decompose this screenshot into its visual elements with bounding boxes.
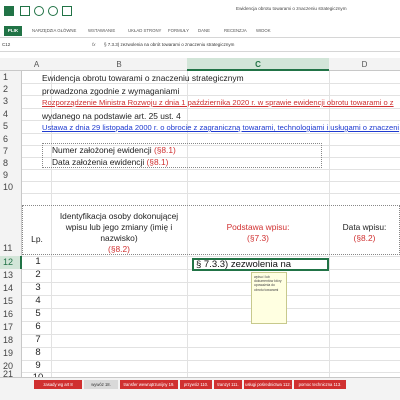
column-header-d[interactable]: D bbox=[329, 58, 400, 71]
name-box[interactable]: C12 bbox=[2, 41, 30, 49]
grid-line bbox=[22, 372, 400, 373]
tab-data[interactable]: DANE bbox=[198, 26, 210, 36]
lp-number[interactable]: 1 bbox=[28, 256, 48, 267]
sheet-tab[interactable]: wywóz 18. bbox=[84, 380, 118, 389]
grid-line bbox=[22, 108, 400, 109]
tab-home[interactable]: NARZĘDZIA GŁÓWNE bbox=[32, 26, 76, 36]
row-header-9[interactable]: 9 bbox=[0, 169, 22, 181]
undo-icon[interactable] bbox=[34, 6, 44, 16]
row-header-11[interactable]: 11 bbox=[0, 193, 22, 256]
lp-number[interactable]: 5 bbox=[28, 308, 48, 319]
window-title: Ewidencja obrotu towarami o znaczeniu st… bbox=[236, 6, 347, 11]
identification-header: Identyfikacja osoby dokonującej wpisu lu… bbox=[59, 211, 179, 254]
grid-line bbox=[22, 334, 400, 335]
column-headers: A B C D bbox=[0, 58, 400, 71]
title-line-1: Ewidencja obrotu towarami o znaczeniu st… bbox=[42, 73, 244, 83]
grid-line bbox=[22, 181, 400, 182]
row-header-17[interactable]: 17 bbox=[0, 321, 22, 334]
grid-line bbox=[22, 83, 400, 84]
tab-file[interactable]: PLIK bbox=[4, 26, 22, 36]
formula-bar: C12 fx § 7.3.3) zezwolenia na obrót towa… bbox=[0, 38, 400, 52]
grid-line bbox=[22, 133, 400, 134]
row-header-3[interactable]: 3 bbox=[0, 95, 22, 108]
fx-icon[interactable]: fx bbox=[92, 41, 96, 49]
title-line-2: prowadzona zgodnie z wymaganiami bbox=[42, 86, 180, 96]
select-all-corner[interactable] bbox=[0, 58, 22, 71]
grid-line bbox=[22, 295, 400, 296]
sheet-tabs-bar: zasady wg art 8 wywóz 18. transfer wewnątr… bbox=[0, 377, 400, 400]
sheet-tab[interactable]: transfer wewnątrzunijny 19. bbox=[120, 380, 178, 389]
lp-number[interactable]: 7 bbox=[28, 334, 48, 345]
grid-line bbox=[22, 193, 400, 194]
grid-line bbox=[22, 347, 400, 348]
lp-header: Lp. bbox=[31, 234, 43, 244]
sheet-tab[interactable]: tranzyt 111. bbox=[214, 380, 242, 389]
row-headers: 1 2 3 4 5 6 7 8 9 10 11 12 13 14 15 16 17 18 19 20 21 bbox=[0, 71, 22, 379]
record-date-label: Data założenia ewidencji (§8.1) bbox=[52, 157, 169, 167]
regulation-link[interactable]: Rozporządzenie Ministra Rozwoju z dnia 1… bbox=[42, 98, 394, 107]
row-header-5[interactable]: 5 bbox=[0, 120, 22, 133]
date-header: Data wpisu: (§8.2) bbox=[342, 222, 387, 243]
sheet-tab[interactable]: pomoc techniczna 113. bbox=[294, 380, 346, 389]
grid-line bbox=[22, 282, 400, 283]
lp-number[interactable]: 2 bbox=[28, 269, 48, 280]
column-header-a[interactable]: A bbox=[22, 58, 51, 71]
row-header-14[interactable]: 14 bbox=[0, 282, 22, 295]
save-icon[interactable] bbox=[20, 6, 30, 16]
sheet-tab[interactable]: przywóz 110. bbox=[180, 380, 212, 389]
tab-formulas[interactable]: FORMUŁY bbox=[168, 26, 189, 36]
sheet-tab[interactable]: zasady wg art 8 bbox=[34, 380, 82, 389]
row-header-7[interactable]: 7 bbox=[0, 145, 22, 157]
row-header-6[interactable]: 6 bbox=[0, 133, 22, 145]
tab-insert[interactable]: WSTAWIANIE bbox=[88, 26, 115, 36]
record-number-label: Numer założonej ewidencji (§8.1) bbox=[52, 145, 176, 155]
row-header-18[interactable]: 18 bbox=[0, 334, 22, 347]
row-header-15[interactable]: 15 bbox=[0, 295, 22, 308]
row-header-8[interactable]: 8 bbox=[0, 157, 22, 169]
cell-comment: wpisu i lub dokumentów który upoważnia d… bbox=[251, 272, 287, 324]
title-line-4: wydanego na podstawie art. 25 ust. 4 bbox=[42, 111, 181, 121]
active-cell-text[interactable]: § 7.3.3) zezwolenia na bbox=[196, 259, 291, 270]
row-header-19[interactable]: 19 bbox=[0, 347, 22, 360]
row-header-12[interactable]: 12 bbox=[0, 256, 22, 269]
tab-review[interactable]: RECENZJA bbox=[224, 26, 247, 36]
customize-quick-access-icon[interactable] bbox=[62, 6, 72, 16]
grid-line bbox=[22, 169, 400, 170]
tab-view[interactable]: WIDOK bbox=[256, 26, 271, 36]
lp-number[interactable]: 3 bbox=[28, 282, 48, 293]
column-header-c[interactable]: C bbox=[187, 58, 329, 71]
act-link[interactable]: Ustawa z dnia 29 listopada 2000 r. o obr… bbox=[42, 123, 399, 132]
lp-number[interactable]: 9 bbox=[28, 360, 48, 371]
ribbon-tabs: PLIK NARZĘDZIA GŁÓWNE WSTAWIANIE UKŁAD S… bbox=[0, 24, 400, 38]
formula-input[interactable]: § 7.3.3) zezwolenia na obrót towarami o … bbox=[104, 41, 394, 49]
lp-number[interactable]: 6 bbox=[28, 321, 48, 332]
grid-line bbox=[22, 256, 400, 257]
lp-number[interactable]: 8 bbox=[28, 347, 48, 358]
row-header-1[interactable]: 1 bbox=[0, 71, 22, 83]
grid-line bbox=[22, 360, 400, 361]
basis-header: Podstawa wpisu: (§7.3) bbox=[226, 222, 290, 243]
row-header-10[interactable]: 10 bbox=[0, 181, 22, 193]
title-bar: Ewidencja obrotu towarami o znaczeniu st… bbox=[0, 0, 400, 24]
row-header-4[interactable]: 4 bbox=[0, 108, 22, 120]
column-header-b[interactable]: B bbox=[51, 58, 187, 71]
row-header-2[interactable]: 2 bbox=[0, 83, 22, 95]
row-header-16[interactable]: 16 bbox=[0, 308, 22, 321]
redo-icon[interactable] bbox=[48, 6, 58, 16]
grid-line bbox=[22, 308, 400, 309]
tab-page-layout[interactable]: UKŁAD STRONY bbox=[128, 26, 161, 36]
lp-number[interactable]: 4 bbox=[28, 295, 48, 306]
sheet-tab[interactable]: usługi pośrednictwa 112. bbox=[244, 380, 292, 389]
excel-app-icon bbox=[4, 6, 14, 16]
row-header-13[interactable]: 13 bbox=[0, 269, 22, 282]
grid-line bbox=[22, 321, 400, 322]
